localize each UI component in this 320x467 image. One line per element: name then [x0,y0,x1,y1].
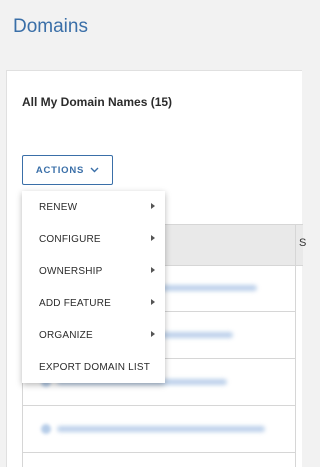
caret-right-icon [151,235,155,241]
menu-item-export-domain-list[interactable]: EXPORT DOMAIN LIST [22,351,165,383]
actions-dropdown-menu: RENEW CONFIGURE OWNERSHIP ADD FEATURE OR… [22,191,165,383]
menu-item-label: OWNERSHIP [39,265,103,277]
table-row[interactable] [23,406,295,453]
menu-item-label: RENEW [39,201,78,213]
caret-right-icon [151,203,155,209]
menu-item-organize[interactable]: ORGANIZE [22,319,165,351]
domain-icon [41,424,51,434]
menu-item-renew[interactable]: RENEW [22,191,165,223]
domain-link-redacted[interactable] [57,426,265,432]
section-heading: All My Domain Names (15) [22,95,173,109]
menu-item-ownership[interactable]: OWNERSHIP [22,255,165,287]
column-header-status[interactable]: S [299,237,306,249]
caret-right-icon [151,267,155,273]
menu-item-label: ORGANIZE [39,329,93,341]
caret-right-icon [151,299,155,305]
actions-button-label: ACTIONS [35,164,85,176]
chevron-down-icon [90,167,99,173]
menu-item-label: ADD FEATURE [39,297,112,309]
caret-right-icon [151,331,155,337]
menu-item-label: EXPORT DOMAIN LIST [39,361,151,373]
menu-item-label: CONFIGURE [39,233,101,245]
column-divider [295,224,296,467]
page-title: Domains [13,16,88,37]
menu-item-add-feature[interactable]: ADD FEATURE [22,287,165,319]
menu-item-configure[interactable]: CONFIGURE [22,223,165,255]
actions-button[interactable]: ACTIONS [22,155,113,185]
